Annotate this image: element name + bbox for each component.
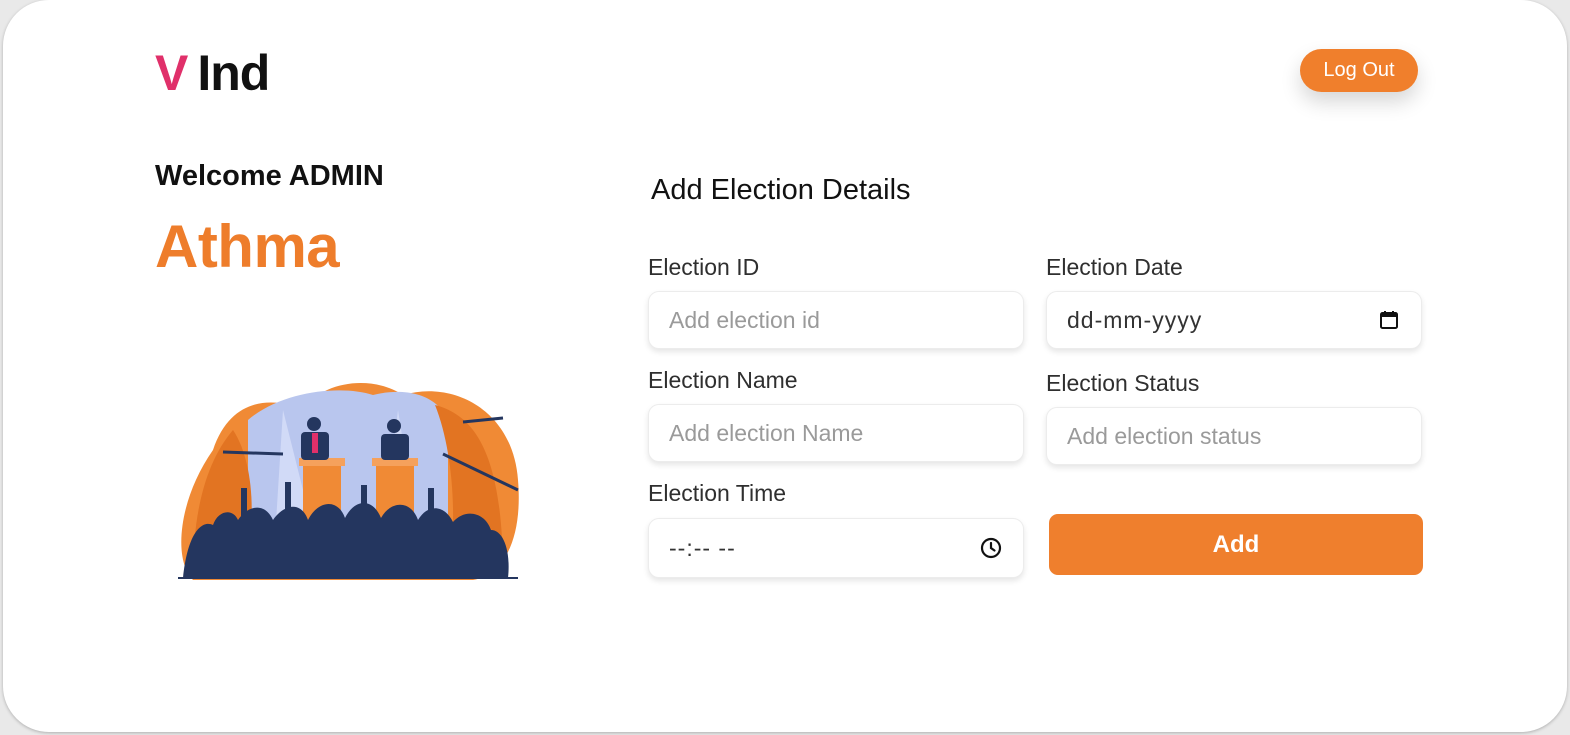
- election-time-value[interactable]: --:-- --: [669, 535, 979, 562]
- election-time-label: Election Time: [648, 480, 787, 506]
- logo-ind: Ind: [197, 45, 270, 101]
- election-time-field[interactable]: --:-- --: [648, 518, 1024, 578]
- election-name-input[interactable]: [669, 419, 1003, 447]
- logo-v: V: [155, 45, 188, 101]
- welcome-text: Welcome ADMIN: [155, 160, 384, 192]
- election-status-label: Election Status: [1046, 370, 1200, 396]
- election-id-label: Election ID: [648, 254, 760, 280]
- election-name-field[interactable]: [648, 404, 1024, 462]
- election-id-input[interactable]: [669, 306, 1003, 334]
- election-debate-illustration: [178, 383, 519, 580]
- logout-button[interactable]: Log Out: [1300, 49, 1418, 92]
- election-name-label: Election Name: [648, 367, 798, 393]
- election-status-field[interactable]: [1046, 407, 1422, 465]
- election-date-field[interactable]: dd-mm-yyyy: [1046, 291, 1422, 349]
- election-date-label: Election Date: [1046, 254, 1183, 280]
- clock-icon[interactable]: [979, 536, 1003, 560]
- election-status-input[interactable]: [1067, 422, 1401, 450]
- form-title: Add Election Details: [651, 174, 911, 206]
- main-card: V Ind Log Out Welcome ADMIN Athma Add El…: [3, 0, 1567, 732]
- election-date-value[interactable]: dd-mm-yyyy: [1067, 307, 1377, 334]
- add-election-button[interactable]: Add: [1049, 514, 1423, 575]
- user-name: Athma: [155, 213, 340, 280]
- calendar-icon[interactable]: [1377, 308, 1401, 332]
- election-id-field[interactable]: [648, 291, 1024, 349]
- brand-logo: V Ind: [155, 44, 270, 102]
